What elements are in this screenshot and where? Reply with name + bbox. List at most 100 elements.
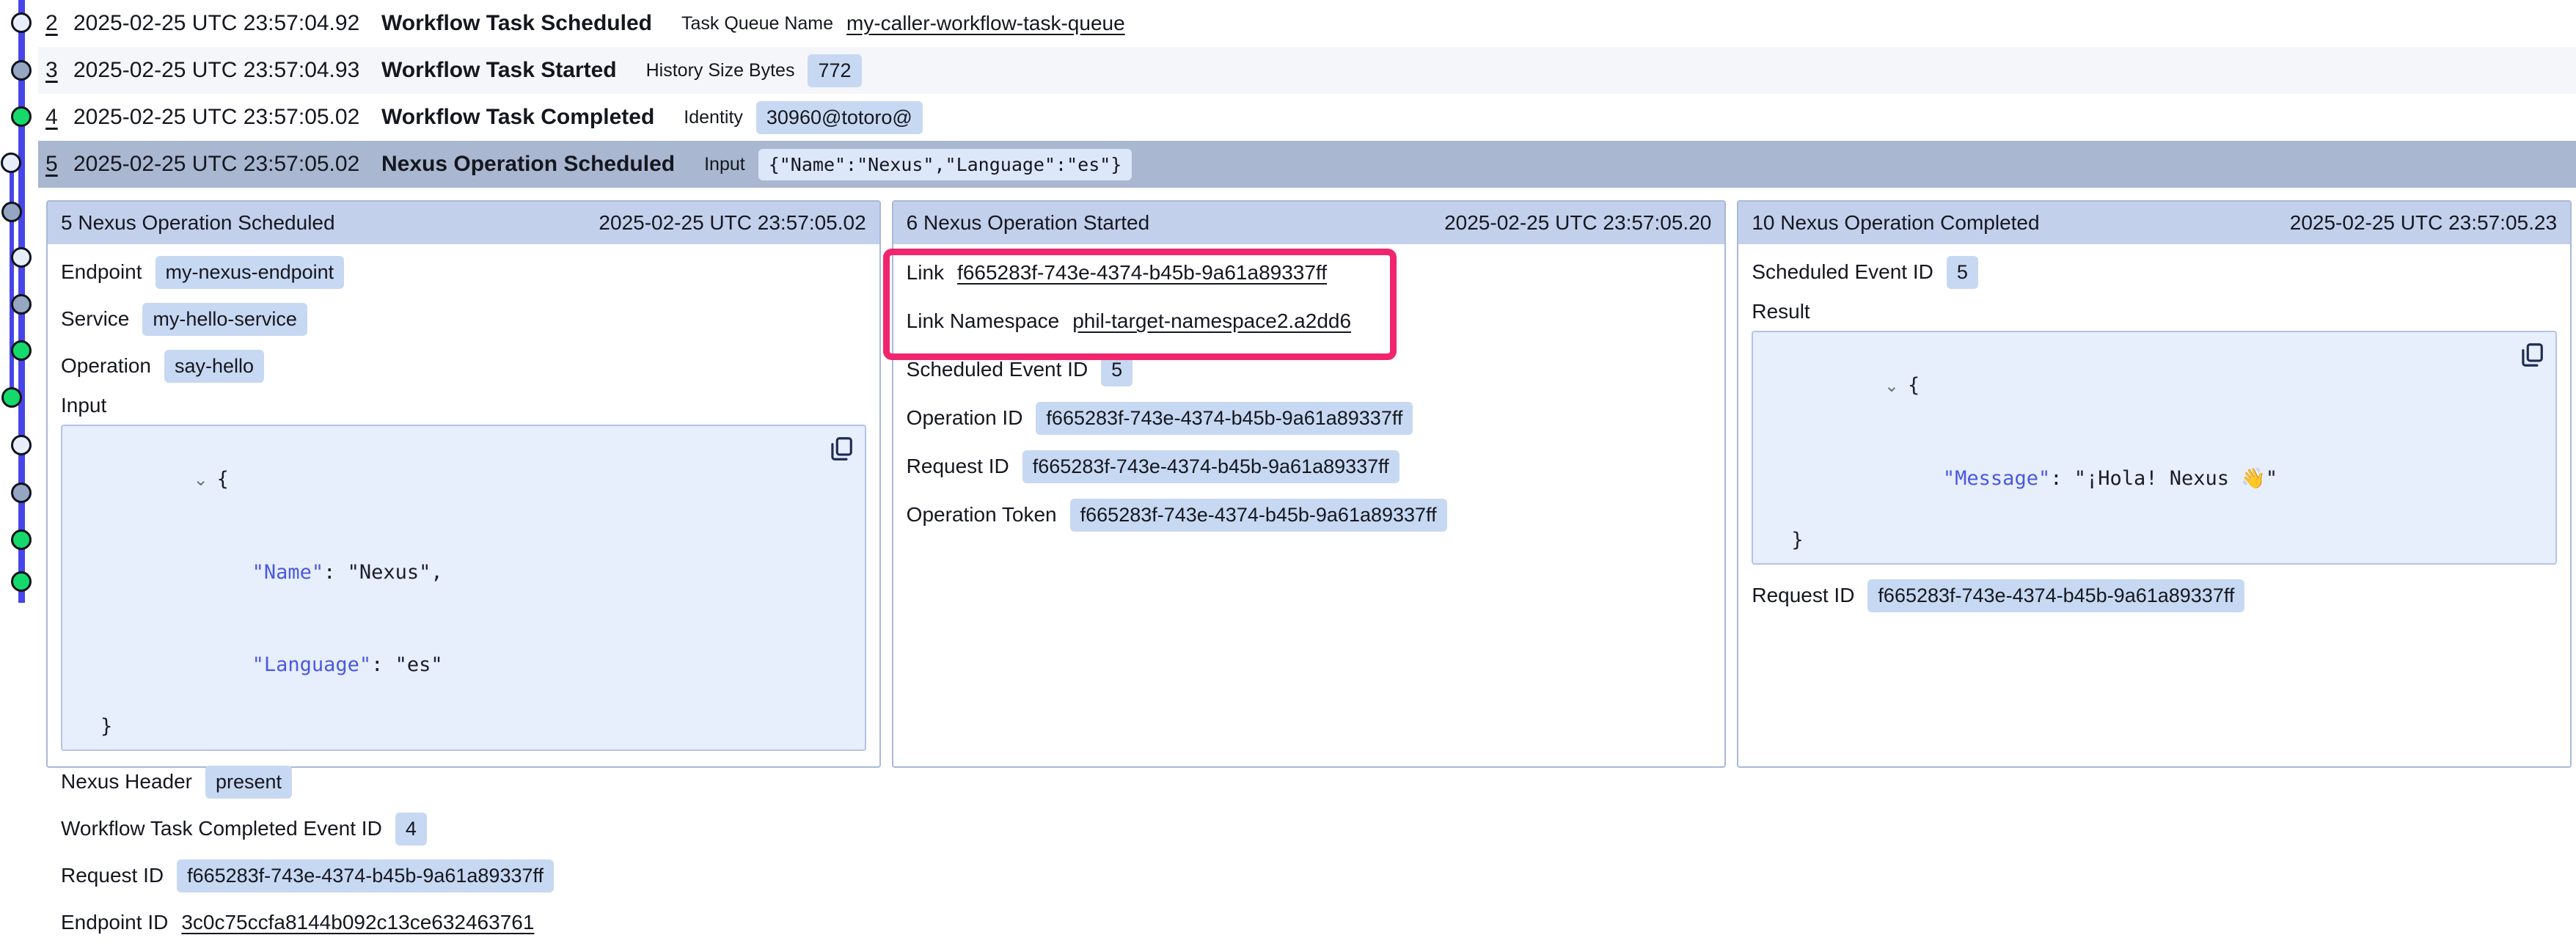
json-colon: : [371, 653, 395, 676]
field-value-badge: f665283f-743e-4374-b45b-9a61a89337ff [177, 859, 554, 892]
event-id-link[interactable]: 2 [45, 11, 67, 36]
collapse-chevron-icon[interactable]: ⌄ [1884, 376, 1899, 396]
panel-nexus-operation-started: 6 Nexus Operation Started 2025-02-25 UTC… [892, 200, 1727, 768]
field-value-badge: 5 [1947, 256, 1978, 289]
event-detail-panels: 5 Nexus Operation Scheduled 2025-02-25 U… [46, 200, 2572, 768]
timeline-node-icon [1, 387, 22, 408]
timeline-node-icon [11, 60, 32, 81]
field-value-badge: my-nexus-endpoint [155, 256, 345, 289]
field-row: Operation Token f665283f-743e-4374-b45b-… [907, 491, 1712, 539]
copy-button[interactable] [827, 435, 855, 463]
timeline-node-icon [11, 571, 32, 592]
field-label: Scheduled Event ID [1752, 260, 1933, 284]
json-brace: } [1791, 529, 1803, 551]
json-brace: { [217, 468, 229, 491]
attr-value-badge: {"Name":"Nexus","Language":"es"} [758, 149, 1133, 180]
json-colon: : [2050, 467, 2074, 490]
field-value-badge: f665283f-743e-4374-b45b-9a61a89337ff [1070, 499, 1447, 532]
json-code-block: ⌄ { "Name": "Nexus", "Language": "es" } [61, 425, 866, 751]
event-row[interactable]: 4 2025-02-25 UTC 23:57:05.02 Workflow Ta… [38, 94, 2576, 141]
event-row[interactable]: 2 2025-02-25 UTC 23:57:04.92 Workflow Ta… [38, 0, 2576, 47]
panel-timestamp: 2025-02-25 UTC 23:57:05.23 [2290, 211, 2557, 235]
field-row: Operation say-hello [61, 342, 866, 389]
panel-timestamp: 2025-02-25 UTC 23:57:05.02 [599, 211, 866, 235]
json-comma: , [431, 561, 442, 584]
field-label: Scheduled Event ID [907, 358, 1088, 381]
event-id-link[interactable]: 4 [45, 105, 67, 130]
json-colon: : [323, 561, 348, 584]
attr-label: Input [704, 154, 745, 175]
attr-value-badge: 30960@totoro@ [756, 101, 923, 134]
event-row[interactable]: 3 2025-02-25 UTC 23:57:04.93 Workflow Ta… [38, 47, 2576, 94]
timeline-node-icon [11, 529, 32, 550]
timeline-node-icon [11, 483, 32, 503]
panel-title: 5 Nexus Operation Scheduled [61, 211, 335, 235]
field-row: Endpoint my-nexus-endpoint [61, 249, 866, 296]
event-id-link[interactable]: 3 [45, 58, 67, 83]
event-time: 2025-02-25 UTC 23:57:04.92 [73, 11, 367, 36]
field-label: Endpoint ID [61, 911, 168, 934]
result-section-label: Result [1752, 296, 2557, 328]
field-row: Operation ID f665283f-743e-4374-b45b-9a6… [907, 394, 1712, 442]
event-name: Workflow Task Started [381, 58, 617, 83]
event-name: Workflow Task Scheduled [381, 11, 652, 36]
timeline-node-icon [11, 340, 32, 361]
copy-button[interactable] [2517, 341, 2545, 369]
json-value: "es" [395, 653, 443, 676]
timeline-node-icon [11, 294, 32, 315]
field-row: Scheduled Event ID 5 [907, 345, 1712, 394]
link-namespace-link[interactable]: phil-target-namespace2.a2dd6 [1072, 309, 1351, 333]
attr-label: History Size Bytes [646, 60, 795, 81]
copy-icon [2517, 341, 2545, 369]
field-label: Operation ID [907, 406, 1023, 430]
json-value: "¡Hola! Nexus 👋" [2074, 467, 2277, 490]
json-key: "Language" [252, 653, 372, 676]
event-time: 2025-02-25 UTC 23:57:04.93 [73, 58, 367, 83]
event-time: 2025-02-25 UTC 23:57:05.02 [73, 152, 367, 177]
event-name: Nexus Operation Scheduled [381, 152, 675, 177]
field-value-badge: present [205, 766, 292, 799]
field-label: Nexus Header [61, 770, 192, 793]
link-event-link[interactable]: f665283f-743e-4374-b45b-9a61a89337ff [957, 261, 1327, 285]
field-row: Request ID f665283f-743e-4374-b45b-9a61a… [61, 852, 866, 899]
attr-label: Task Queue Name [681, 13, 833, 34]
field-value-badge: 5 [1101, 353, 1133, 386]
field-row: Request ID f665283f-743e-4374-b45b-9a61a… [907, 442, 1712, 491]
copy-icon [827, 435, 855, 463]
field-label: Operation [61, 354, 151, 378]
endpoint-id-link[interactable]: 3c0c75ccfa8144b092c13ce632463761 [181, 911, 534, 934]
field-value-badge: f665283f-743e-4374-b45b-9a61a89337ff [1022, 450, 1399, 483]
json-brace: } [100, 715, 112, 738]
field-label: Operation Token [907, 503, 1057, 527]
timeline-node-icon [11, 435, 32, 455]
panel-nexus-operation-scheduled: 5 Nexus Operation Scheduled 2025-02-25 U… [46, 200, 881, 768]
task-queue-link[interactable]: my-caller-workflow-task-queue [846, 12, 1125, 34]
json-brace: { [1908, 374, 1920, 397]
event-id-link[interactable]: 5 [45, 152, 67, 177]
panel-header: 6 Nexus Operation Started 2025-02-25 UTC… [893, 202, 1725, 244]
json-code-block: ⌄{ "Message": "¡Hola! Nexus 👋" } [1752, 331, 2557, 565]
panel-nexus-operation-completed: 10 Nexus Operation Completed 2025-02-25 … [1737, 200, 2572, 768]
timeline-node-icon [11, 106, 32, 127]
field-row: Link Namespace phil-target-namespace2.a2… [907, 297, 1712, 345]
field-label: Request ID [1752, 584, 1854, 607]
timeline-node-icon [1, 202, 22, 222]
field-label: Request ID [61, 864, 164, 887]
field-value-badge: f665283f-743e-4374-b45b-9a61a89337ff [1867, 579, 2244, 612]
field-row: Request ID f665283f-743e-4374-b45b-9a61a… [1752, 572, 2557, 619]
field-label: Endpoint [61, 260, 142, 284]
input-section-label: Input [61, 389, 866, 422]
panel-header: 10 Nexus Operation Completed 2025-02-25 … [1738, 202, 2570, 244]
json-value: "Nexus" [348, 561, 431, 584]
field-value-badge: my-hello-service [142, 303, 307, 336]
event-timeline [0, 0, 41, 773]
field-row: Scheduled Event ID 5 [1752, 249, 2557, 296]
collapse-chevron-icon[interactable]: ⌄ [194, 470, 208, 490]
timeline-node-icon [1, 153, 21, 173]
event-row-selected[interactable]: 5 2025-02-25 UTC 23:57:05.02 Nexus Opera… [38, 141, 2576, 188]
field-value-badge: say-hello [164, 350, 264, 383]
json-key: "Name" [252, 561, 324, 584]
field-row: Workflow Task Completed Event ID 4 [61, 805, 866, 852]
timeline-branch-line [10, 163, 14, 397]
event-history-list: 2 2025-02-25 UTC 23:57:04.92 Workflow Ta… [38, 0, 2576, 188]
